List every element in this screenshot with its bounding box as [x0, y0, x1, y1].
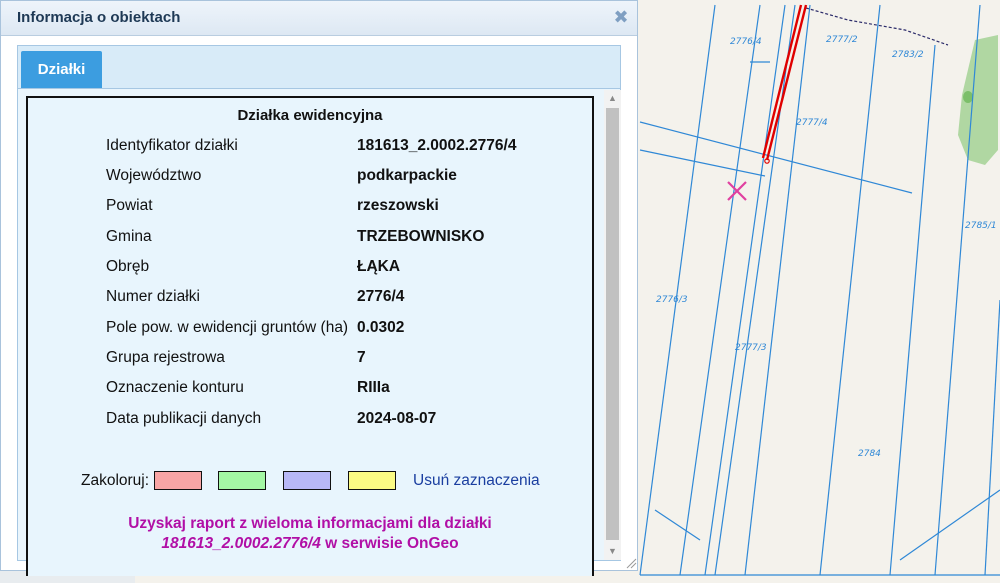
resize-grip-icon[interactable]	[625, 557, 637, 569]
row-value: ŁĄKA	[357, 258, 401, 275]
parcel-row-precinct: Obręb ŁĄKA	[28, 258, 592, 282]
map-label: 2784	[858, 449, 881, 459]
parcel-row-id: Identyfikator działki 181613_2.0002.2776…	[28, 137, 592, 161]
map-label: 2777/2	[826, 35, 858, 45]
colorize-row: Zakoloruj: Usuń zaznaczenia	[28, 470, 592, 494]
row-value: podkarpackie	[357, 167, 457, 184]
vertical-scrollbar[interactable]: ▲ ▼	[604, 90, 621, 560]
parcel-row-voivodeship: Województwo podkarpackie	[28, 167, 592, 191]
row-value: 181613_2.0002.2776/4	[357, 137, 517, 154]
color-swatch-red[interactable]	[154, 471, 202, 490]
map-label: 2785/1	[965, 221, 997, 231]
row-value: 2024-08-07	[357, 410, 437, 427]
row-label: Identyfikator działki	[106, 137, 238, 154]
parcel-row-county: Powiat rzeszowski	[28, 197, 592, 221]
map-label: 2776/4	[730, 37, 762, 47]
report-service-text: w serwisie OnGeo	[320, 535, 459, 552]
report-line-1: Uzyskaj raport z wieloma informacjami dl…	[128, 515, 492, 532]
report-parcel-id: 181613_2.0002.2776/4	[161, 535, 321, 552]
row-label: Gmina	[106, 228, 152, 245]
row-label: Oznaczenie konturu	[106, 379, 244, 396]
parcel-details: Działka ewidencyjna Identyfikator działk…	[26, 96, 594, 576]
scroll-down-arrow-icon[interactable]: ▼	[604, 543, 621, 560]
parcel-row-group: Grupa rejestrowa 7	[28, 349, 592, 373]
row-label: Data publikacji danych	[106, 410, 262, 427]
row-label: Grupa rejestrowa	[106, 349, 225, 366]
tab-bar: Działki	[18, 46, 620, 89]
row-label: Numer działki	[106, 288, 200, 305]
scroll-thumb[interactable]	[606, 108, 619, 540]
row-value: 0.0302	[357, 319, 405, 336]
row-label: Pole pow. w ewidencji gruntów (ha)	[106, 319, 349, 336]
map-label: 2777/4	[796, 118, 828, 128]
color-swatch-blue[interactable]	[283, 471, 331, 490]
row-value: RIIIa	[357, 379, 390, 396]
row-label: Obręb	[106, 258, 150, 275]
row-value: rzeszowski	[357, 197, 439, 214]
object-info-panel: Informacja o obiektach ✖ Działki Działka…	[0, 0, 638, 576]
close-icon[interactable]: ✖	[613, 8, 629, 26]
ongeo-report-link[interactable]: Uzyskaj raport z wieloma informacjami dl…	[28, 514, 592, 554]
parcel-row-contour: Oznaczenie konturu RIIIa	[28, 379, 592, 403]
map-label: 2776/3	[656, 295, 688, 305]
colorize-label: Zakoloruj:	[81, 472, 150, 489]
parcel-row-commune: Gmina TRZEBOWNISKO	[28, 228, 592, 252]
row-label: Powiat	[106, 197, 153, 214]
report-line-2: 181613_2.0002.2776/4 w serwisie OnGeo	[28, 534, 592, 554]
scroll-up-arrow-icon[interactable]: ▲	[604, 90, 621, 107]
panel-title: Informacja o obiektach	[17, 9, 181, 26]
map-green-spot	[963, 91, 973, 103]
map-label: 2777/3	[735, 343, 767, 353]
color-swatch-green[interactable]	[218, 471, 266, 490]
parcel-row-area: Pole pow. w ewidencji gruntów (ha) 0.030…	[28, 319, 592, 343]
panel-header[interactable]: Informacja o obiektach ✖	[1, 1, 637, 36]
clear-selection-link[interactable]: Usuń zaznaczenia	[413, 472, 540, 490]
parcel-row-number: Numer działki 2776/4	[28, 288, 592, 312]
map-label: 2783/2	[892, 50, 924, 60]
row-value: TRZEBOWNISKO	[357, 228, 485, 245]
parcel-title: Działka ewidencyjna	[237, 107, 383, 124]
row-value: 2776/4	[357, 288, 405, 305]
row-label: Województwo	[106, 167, 202, 184]
parcel-row-publish-date: Data publikacji danych 2024-08-07	[28, 410, 592, 434]
color-swatch-yellow[interactable]	[348, 471, 396, 490]
row-value: 7	[357, 349, 366, 366]
tab-dzialki[interactable]: Działki	[21, 51, 102, 88]
